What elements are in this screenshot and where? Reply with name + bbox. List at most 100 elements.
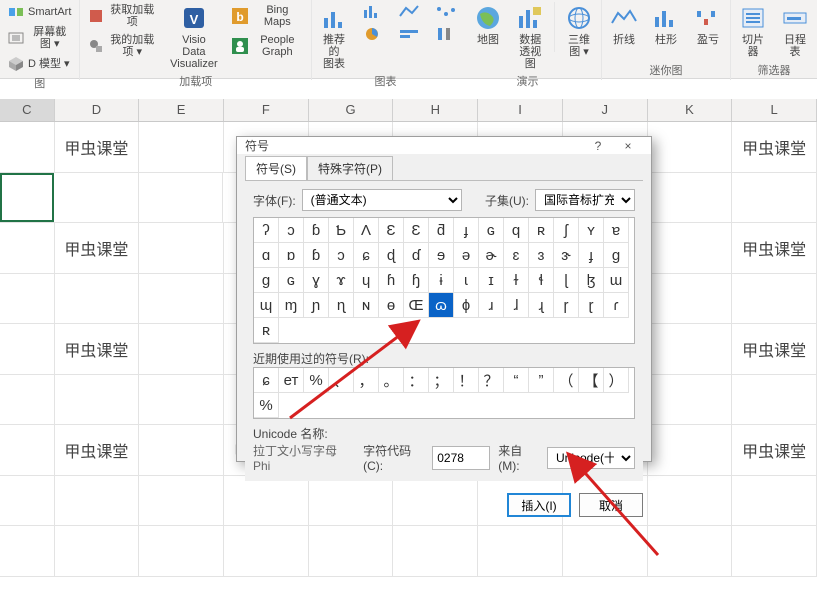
help-button[interactable]: ? [583,139,613,153]
active-cell[interactable] [0,173,54,223]
col-header[interactable]: H [393,99,478,121]
charcode-input[interactable] [432,446,490,470]
recent-symbol-cell[interactable]: ɕ [254,368,279,393]
symbol-cell[interactable]: ɢ [479,218,504,243]
symbol-cell[interactable]: ɝ [554,243,579,268]
col-header[interactable]: L [732,99,817,121]
symbol-cell[interactable]: Ɛ [379,218,404,243]
chart-type-button[interactable] [358,24,392,44]
recent-symbol-cell[interactable]: “ [504,368,529,393]
sparkline-winloss-button[interactable]: 盈亏 [690,2,726,48]
symbol-cell[interactable]: ɽ [579,293,604,318]
col-header[interactable]: F [224,99,309,121]
symbol-cell[interactable]: ɔ [279,218,304,243]
recent-symbol-cell[interactable]: ет [279,368,304,393]
symbol-cell[interactable]: ɳ [329,293,354,318]
symbol-cell[interactable]: ɱ [279,293,304,318]
symbol-cell[interactable]: ʏ [579,218,604,243]
symbol-cell[interactable]: ɓ [304,218,329,243]
timeline-button[interactable]: 日程表 [777,2,813,60]
symbol-cell[interactable]: ɫ [504,268,529,293]
recent-symbol-cell[interactable]: 。 [379,368,404,393]
symbol-cell[interactable]: ɒ [279,243,304,268]
visio-button[interactable]: V Visio Data Visualizer [166,2,222,72]
tab-special[interactable]: 特殊字符(P) [307,156,393,180]
symbol-cell[interactable]: ɘ [429,243,454,268]
symbol-cell[interactable]: ɼ [554,293,579,318]
col-header[interactable]: C [0,99,55,121]
symbol-cell[interactable]: ɰ [254,293,279,318]
symbol-cell[interactable]: ɷ [429,293,454,318]
symbol-cell[interactable]: ɭ [554,268,579,293]
symbol-cell[interactable]: ɗ [404,243,429,268]
symbol-cell[interactable]: Œ [404,293,429,318]
col-header[interactable]: E [139,99,224,121]
from-select[interactable]: Unicode(十六进 [547,447,635,469]
symbol-cell[interactable]: ɡ [604,243,629,268]
symbol-cell[interactable]: ɤ [329,268,354,293]
recent-symbol-cell[interactable]: ： [404,368,429,393]
get-addins-button[interactable]: 获取加载项 [84,2,160,30]
symbol-cell[interactable]: ɖ [379,243,404,268]
close-button[interactable]: × [613,139,643,153]
col-header[interactable]: J [563,99,648,121]
symbol-cell[interactable]: ʀ [529,218,554,243]
col-header[interactable]: G [309,99,394,121]
recent-symbol-cell[interactable]: ； [429,368,454,393]
symbol-cell[interactable]: ɾ [604,293,629,318]
recent-symbol-cell[interactable]: ！ [454,368,479,393]
model3d-button[interactable]: D 模型 ▾ [4,54,75,74]
pivot-chart-button[interactable]: 数据透视图 [512,2,548,72]
symbol-cell[interactable]: ɛ [504,243,529,268]
symbol-cell[interactable]: ə [454,243,479,268]
symbol-cell[interactable]: Ʌ [354,218,379,243]
recommended-chart-button[interactable]: 推荐的 图表 [316,2,352,72]
symbol-cell[interactable]: ɦ [379,268,404,293]
symbol-cell[interactable]: ɧ [404,268,429,293]
symbol-cell[interactable]: ɣ [304,268,329,293]
symbol-cell[interactable]: Ƅ [329,218,354,243]
symbol-cell[interactable]: ɥ [354,268,379,293]
map3d-button[interactable]: 三维 图 ▾ [561,2,597,60]
subset-select[interactable]: 国际音标扩充 [535,189,635,211]
symbol-cell[interactable]: ɺ [504,293,529,318]
recent-symbol-cell[interactable]: ， [354,368,379,393]
symbol-cell[interactable]: ɕ [354,243,379,268]
symbol-cell[interactable]: ɓ [304,243,329,268]
people-graph-button[interactable]: People Graph [228,32,307,60]
tab-symbols[interactable]: 符号(S) [245,156,307,180]
recent-symbol-cell[interactable]: 【 [579,368,604,393]
symbol-cell[interactable]: ɜ [529,243,554,268]
recent-symbol-cell[interactable]: % [304,368,329,393]
symbol-cell[interactable]: ɹ [479,293,504,318]
symbol-cell[interactable]: ɻ [529,293,554,318]
symbol-cell[interactable]: ʃ [554,218,579,243]
recent-symbol-cell[interactable]: 、 [329,368,354,393]
smartart-button[interactable]: SmartArt [4,2,75,22]
symbol-cell[interactable]: ɪ [479,268,504,293]
symbol-cell[interactable]: ɲ [304,293,329,318]
screenshot-button[interactable]: 屏幕截图 ▾ [4,24,75,52]
chart-type-button[interactable] [430,24,464,44]
symbol-grid[interactable]: ʔɔɓƄɅƐƐƌɟɢqʀʃʏɐɑɒɓɔɕɖɗɘəɚɛɜɝɟɡɡɢɣɤɥɦɧɨɩɪ… [253,217,635,344]
symbol-cell[interactable]: ɩ [454,268,479,293]
symbol-cell[interactable]: ɚ [479,243,504,268]
symbol-cell[interactable]: ɯ [604,268,629,293]
symbol-cell[interactable]: ʔ [254,218,279,243]
symbol-cell[interactable]: ɢ [279,268,304,293]
sparkline-column-button[interactable]: 柱形 [648,2,684,48]
symbol-cell[interactable]: ʀ [254,318,279,343]
col-header[interactable]: D [55,99,140,121]
recent-symbol-cell[interactable]: （ [554,368,579,393]
sparkline-line-button[interactable]: 折线 [606,2,642,48]
recent-symbol-cell[interactable]: % [254,393,279,418]
slicer-button[interactable]: 切片器 [735,2,771,60]
symbol-cell[interactable]: ɴ [354,293,379,318]
symbol-cell[interactable]: q [504,218,529,243]
bing-maps-button[interactable]: b Bing Maps [228,2,307,30]
recent-grid[interactable]: ɕет%、，。：；！？“”（【）% [253,367,635,419]
symbol-cell[interactable]: ƌ [429,218,454,243]
col-header[interactable]: K [648,99,733,121]
symbol-cell[interactable]: ɔ [329,243,354,268]
chart-type-button[interactable] [394,24,428,44]
